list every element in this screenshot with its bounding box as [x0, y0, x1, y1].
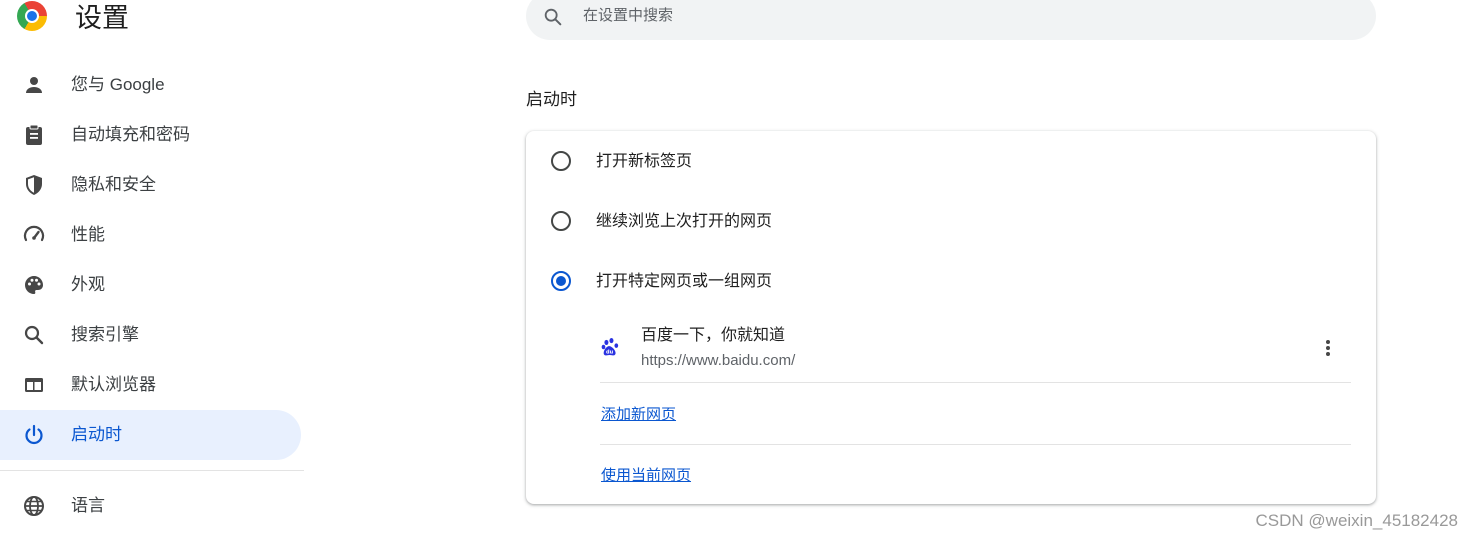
page-title-text: 百度一下，你就知道: [641, 327, 786, 344]
more-vert-icon[interactable]: [1314, 334, 1342, 362]
sidebar-divider: [0, 470, 304, 471]
sidebar-item-search-engine[interactable]: 搜索引擎: [0, 310, 301, 360]
search-icon: [24, 325, 44, 345]
radio-button-checked[interactable]: [551, 271, 571, 291]
sidebar-item-you-and-google[interactable]: 您与 Google: [0, 60, 301, 110]
option-label: 打开新标签页: [596, 153, 693, 170]
baidu-paw-icon: du: [601, 338, 619, 356]
search-input[interactable]: 在设置中搜索: [583, 7, 673, 25]
startup-page-entry: du 百度一下，你就知道 https://www.baidu.com/: [600, 316, 1351, 383]
page-title: 设置: [75, 3, 129, 33]
sidebar-item-label: 搜索引擎: [71, 325, 139, 344]
sidebar-item-label: 您与 Google: [71, 75, 165, 94]
startup-options-card: 打开新标签页 继续浏览上次打开的网页 打开特定网页或一组网页 du 百度一下，你…: [526, 131, 1376, 504]
use-current-pages-link[interactable]: 使用当前网页: [601, 466, 691, 486]
sidebar-item-label: 启动时: [71, 425, 122, 444]
sidebar-item-languages[interactable]: 语言: [0, 481, 301, 531]
watermark: CSDN @weixin_45182428: [1255, 511, 1458, 530]
person-icon: [26, 77, 42, 93]
palette-icon: [25, 276, 43, 294]
search-icon: [544, 8, 562, 26]
option-open-new-tab[interactable]: 打开新标签页: [526, 141, 1376, 181]
sidebar-item-label: 性能: [71, 225, 105, 244]
sidebar-item-label: 自动填充和密码: [71, 125, 190, 144]
option-open-specific-pages[interactable]: 打开特定网页或一组网页: [526, 261, 1376, 301]
sidebar-item-label: 隐私和安全: [71, 175, 156, 194]
speedometer-icon: [23, 225, 45, 242]
sidebar-item-autofill[interactable]: 自动填充和密码: [0, 110, 301, 160]
browser-window-icon: [25, 378, 43, 392]
sidebar-item-label: 语言: [71, 496, 105, 515]
sidebar-item-performance[interactable]: 性能: [0, 210, 301, 260]
add-new-page-link[interactable]: 添加新网页: [601, 405, 676, 425]
option-label: 打开特定网页或一组网页: [596, 273, 773, 290]
option-continue-where-left-off[interactable]: 继续浏览上次打开的网页: [526, 201, 1376, 241]
radio-button[interactable]: [551, 151, 571, 171]
divider: [600, 444, 1351, 445]
svg-text:du: du: [606, 350, 614, 356]
sidebar-item-default-browser[interactable]: 默认浏览器: [0, 360, 301, 410]
radio-button[interactable]: [551, 211, 571, 231]
sidebar-item-on-startup[interactable]: 启动时: [0, 410, 301, 460]
sidebar-item-label: 外观: [71, 275, 105, 294]
shield-icon: [26, 175, 42, 195]
search-box[interactable]: 在设置中搜索: [526, 0, 1376, 40]
sidebar-item-label: 默认浏览器: [71, 375, 156, 394]
power-icon: [25, 424, 43, 445]
page-url-text: https://www.baidu.com/: [641, 352, 796, 369]
globe-icon: [24, 496, 44, 516]
sidebar-item-privacy[interactable]: 隐私和安全: [0, 160, 301, 210]
sidebar-item-appearance[interactable]: 外观: [0, 260, 301, 310]
clipboard-icon: [26, 124, 42, 145]
section-title: 启动时: [526, 90, 577, 109]
option-label: 继续浏览上次打开的网页: [596, 213, 773, 230]
chrome-logo-icon: [17, 1, 47, 31]
